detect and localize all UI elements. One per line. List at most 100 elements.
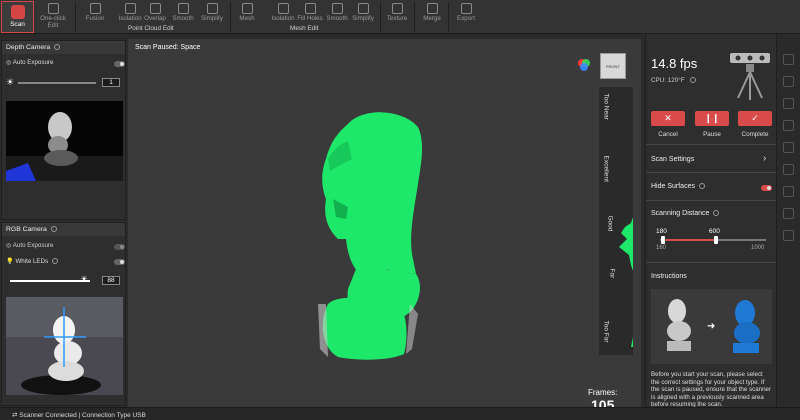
color-palette-icon[interactable] (577, 58, 591, 72)
wand-icon (47, 3, 59, 14)
rgb-brightness-value[interactable]: 88 (102, 276, 120, 285)
mesh-simplify-label: Simplify (352, 15, 374, 22)
tool-icon[interactable] (783, 142, 794, 153)
scan-button-label: Scan (10, 21, 25, 28)
distance-too-near: Too Near (602, 93, 610, 120)
white-leds-label: White LEDs (15, 258, 49, 265)
mesh-simplify-button[interactable]: Simplify (350, 1, 376, 25)
chevron-right-icon[interactable]: › (763, 153, 766, 164)
distance-range-min: 160 (656, 245, 667, 251)
fill-holes-icon (304, 3, 316, 14)
fusion-button[interactable]: Fusion (83, 1, 107, 25)
mesh-icon (241, 3, 253, 14)
tool-icon[interactable] (783, 76, 794, 87)
isolation-icon (277, 3, 289, 14)
bulb-icon: 💡 (6, 258, 14, 265)
depth-camera-title: Depth Camera (6, 44, 51, 51)
toolbar-divider (75, 2, 76, 32)
fill-holes-button[interactable]: Fill Holes (296, 1, 324, 25)
pause-label: Pause (703, 131, 721, 138)
depth-exposure-slider[interactable] (18, 82, 96, 84)
overlap-label: Overlap (144, 15, 166, 22)
distance-min-handle[interactable] (660, 236, 665, 244)
tool-icon[interactable] (783, 230, 794, 241)
depth-camera-header: Depth Camera (2, 41, 125, 54)
hide-surfaces-label: Hide Surfaces (651, 183, 695, 190)
mesh-isolation-button[interactable]: Isolation (270, 1, 296, 25)
divider (646, 262, 777, 263)
mesh-smooth-button[interactable]: Smooth (324, 1, 350, 25)
one-click-edit-label: One-click Edit (40, 15, 66, 29)
tool-icon[interactable] (783, 164, 794, 175)
simplify-icon (206, 3, 218, 14)
info-icon[interactable] (690, 77, 697, 83)
orientation-cube[interactable]: FRONT (600, 53, 626, 79)
info-icon[interactable] (713, 210, 720, 216)
one-click-edit-button[interactable]: One-click Edit (36, 1, 70, 29)
tool-icon[interactable] (783, 54, 794, 65)
scan-status-key: Space (180, 44, 201, 51)
distance-far: Far (608, 268, 616, 279)
scan-control-panel: 14.8 fps CPU: 120°F ✕ ❙❙ ✓ Cancel Pause … (645, 34, 777, 408)
white-leds-toggle[interactable] (114, 259, 125, 265)
distance-max-handle[interactable] (713, 236, 718, 244)
distance-range-fill (662, 239, 716, 241)
scanning-distance-slider[interactable] (660, 236, 766, 244)
rgb-camera-header: RGB Camera (2, 223, 125, 236)
complete-label: Complete (741, 131, 769, 138)
scan-status-label: Scan Paused: (135, 44, 179, 51)
scan-settings-label[interactable]: Scan Settings (651, 156, 694, 163)
overlap-button[interactable]: Overlap (143, 1, 167, 25)
info-icon[interactable] (52, 258, 59, 264)
tool-icon[interactable] (783, 98, 794, 109)
distance-range-max: 1000 (751, 245, 765, 251)
depth-preview-image (6, 112, 123, 181)
frames-label: Frames: (588, 388, 618, 397)
toolbar-divider (448, 2, 449, 32)
mesh-smooth-label: Smooth (326, 15, 348, 22)
mesh-label: Mesh (239, 15, 255, 22)
info-icon[interactable] (698, 183, 705, 189)
tool-icon[interactable] (783, 120, 794, 131)
cancel-label: Cancel (658, 131, 678, 138)
pause-button[interactable]: ❙❙ (695, 111, 729, 126)
texture-label: Texture (386, 15, 408, 22)
info-icon[interactable] (50, 226, 57, 232)
rgb-auto-exposure-label: Auto Exposure (12, 242, 54, 249)
scan-button[interactable]: Scan (1, 1, 34, 33)
depth-auto-exposure-toggle[interactable] (114, 61, 125, 67)
mesh-button[interactable]: Mesh (236, 1, 258, 25)
tool-icon[interactable] (783, 208, 794, 219)
svg-text:➜: ➜ (707, 321, 715, 332)
simplify-icon (357, 3, 369, 14)
rgb-auto-exposure-toggle[interactable] (114, 244, 125, 250)
sun-icon: ☀ (6, 77, 15, 87)
hide-surfaces-toggle[interactable] (761, 185, 772, 191)
mesh-edit-group-label: Mesh Edit (290, 25, 319, 32)
merge-button[interactable]: Merge (420, 1, 444, 25)
mesh-isolation-label: Isolation (271, 15, 295, 22)
tool-icon[interactable] (783, 186, 794, 197)
texture-button[interactable]: Texture (384, 1, 410, 25)
rgb-auto-exposure-row: ◎ Auto Exposure (6, 242, 53, 249)
depth-exposure-value[interactable]: 1 (102, 78, 120, 87)
export-button[interactable]: Export (454, 1, 478, 25)
merge-label: Merge (423, 15, 441, 22)
pc-isolation-button[interactable]: Isolation (117, 1, 143, 25)
sun-icon[interactable]: ☀ (80, 274, 88, 285)
rgb-brightness-slider[interactable] (10, 280, 90, 282)
scanner-device-icon (730, 53, 770, 100)
before-after-illustration: ➜ (667, 299, 760, 353)
scan-status: Scan Paused: Space (135, 44, 200, 51)
complete-button[interactable]: ✓ (738, 111, 772, 126)
distance-excellent: Excellent (602, 155, 610, 182)
white-leds-row: 💡 White LEDs (6, 257, 59, 265)
pc-simplify-button[interactable]: Simplify (199, 1, 225, 25)
check-icon: ✓ (751, 113, 759, 123)
info-icon[interactable] (54, 44, 61, 50)
pc-isolation-label: Isolation (118, 15, 142, 22)
instructions-text: Before you start your scan, please selec… (651, 371, 772, 408)
3d-viewport[interactable]: Scan Paused: Space FRONT Too Near Excell… (128, 39, 641, 413)
cancel-button[interactable]: ✕ (651, 111, 685, 126)
pc-smooth-button[interactable]: Smooth (170, 1, 196, 25)
